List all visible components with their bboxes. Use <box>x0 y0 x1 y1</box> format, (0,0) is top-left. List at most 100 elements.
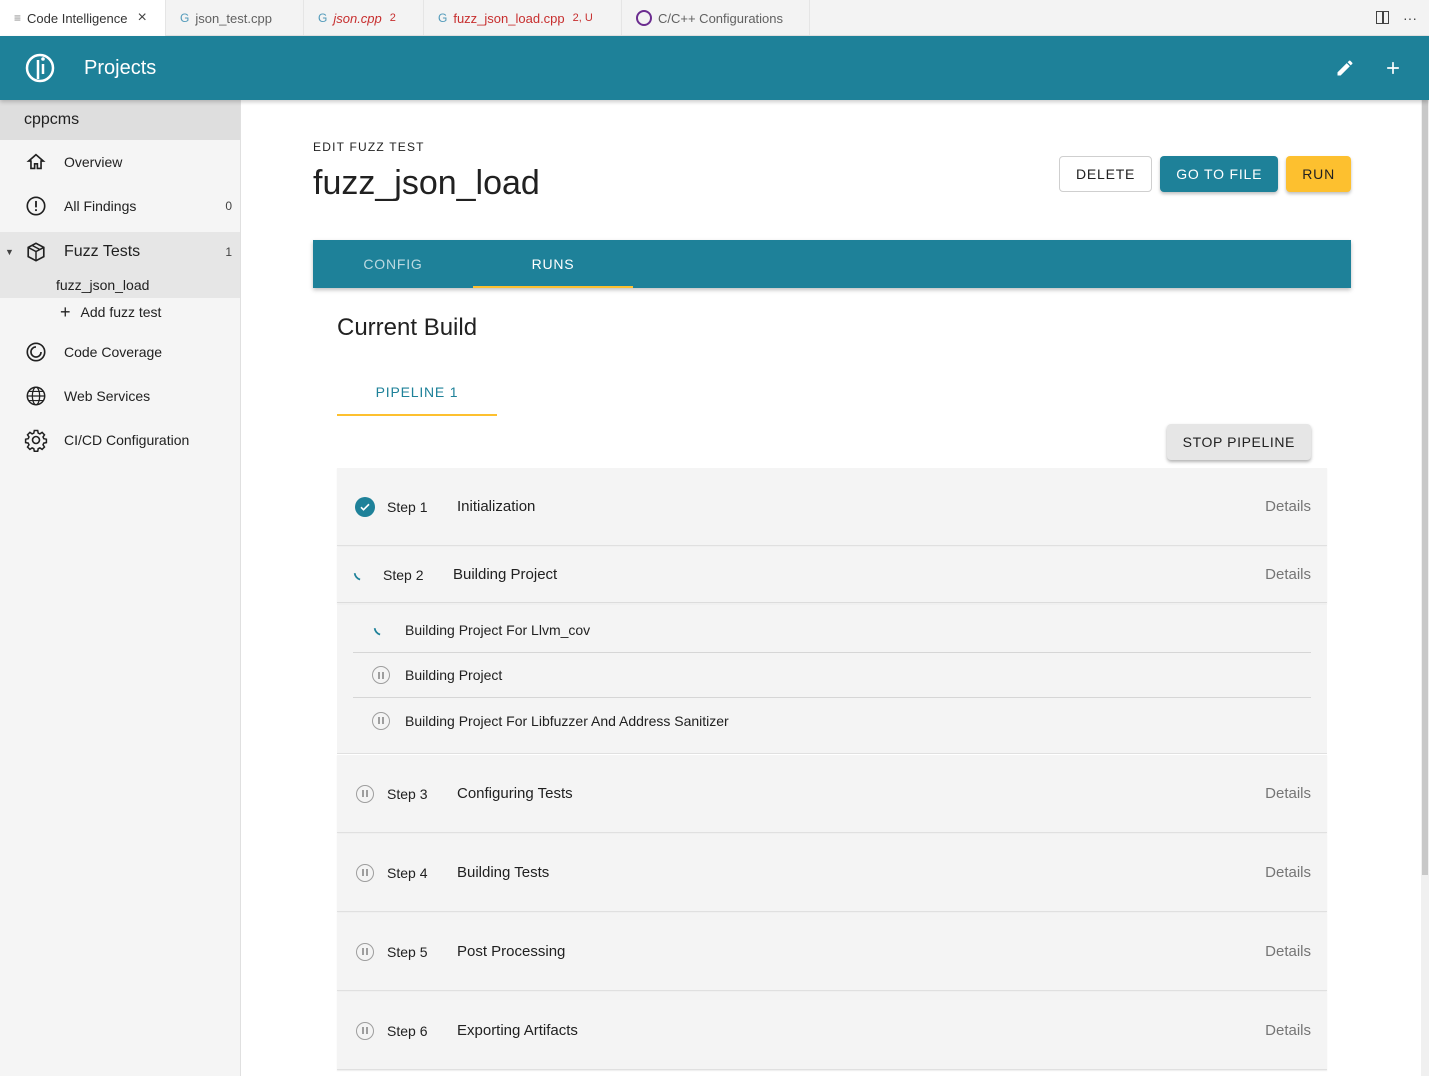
details-link[interactable]: Details <box>1265 1022 1311 1039</box>
add-fuzz-test-label: Add fuzz test <box>80 304 162 320</box>
step-row[interactable]: Step 4 Building Tests Details <box>337 834 1327 912</box>
step-row[interactable]: Step 2 Building Project Details <box>337 547 1327 603</box>
add-fuzz-test-button[interactable]: + Add fuzz test <box>0 298 240 326</box>
editor-tab-strip: ≡ Code Intelligence × G json_test.cpp G … <box>0 0 1429 36</box>
page-title: fuzz_json_load <box>313 164 540 202</box>
main-scrollbar[interactable] <box>1421 100 1429 1076</box>
fuzz-test-tabs: CONFIG RUNS <box>313 240 1351 288</box>
plus-icon <box>1387 62 1399 74</box>
check-circle-icon <box>355 496 375 517</box>
scrollbar-thumb[interactable] <box>1422 100 1428 875</box>
project-name[interactable]: cppcms <box>0 100 240 140</box>
plus-icon: + <box>60 301 71 322</box>
pause-circle-icon <box>355 863 375 883</box>
caret-down-icon[interactable]: ▼ <box>5 247 14 257</box>
step-row[interactable]: Step 3 Configuring Tests Details <box>337 755 1327 833</box>
pause-circle-icon <box>355 1021 375 1041</box>
pause-circle-icon <box>355 942 375 962</box>
details-link[interactable]: Details <box>1265 566 1311 583</box>
problem-count-badge: 2 <box>389 12 396 24</box>
details-link[interactable]: Details <box>1265 943 1311 960</box>
sidebar-item-label: Overview <box>64 154 123 170</box>
coverage-icon <box>24 340 48 364</box>
tab-config[interactable]: CONFIG <box>313 240 473 288</box>
edit-button[interactable] <box>1333 56 1357 80</box>
substep-list: Building Project For Llvm_cov Building P… <box>337 604 1327 754</box>
pause-circle-icon <box>355 784 375 804</box>
step-title: Initialization <box>457 498 536 515</box>
tab-runs[interactable]: RUNS <box>473 240 633 288</box>
sidebar-item-all-findings[interactable]: All Findings 0 <box>0 184 240 228</box>
editor-tab-code-intelligence[interactable]: ≡ Code Intelligence × <box>0 0 166 36</box>
findings-count: 0 <box>225 199 232 213</box>
problem-count-badge: 2, U <box>572 12 593 24</box>
spinner-icon <box>371 620 391 640</box>
step-title: Exporting Artifacts <box>457 1022 578 1039</box>
more-actions-icon[interactable]: ··· <box>1403 10 1417 26</box>
sidebar-item-label: Code Coverage <box>64 344 163 360</box>
step-label: Step 3 <box>387 785 428 802</box>
step-label: Step 1 <box>387 498 428 515</box>
substep-title: Building Project For Llvm_cov <box>405 622 591 638</box>
home-icon <box>24 150 48 174</box>
substep-title: Building Project <box>405 667 503 683</box>
step-label: Step 4 <box>387 864 428 881</box>
step-title: Building Project <box>453 566 558 583</box>
cpp-file-icon: G <box>318 11 328 25</box>
settings-file-icon <box>636 10 652 26</box>
editor-tab-fuzz-json-load[interactable]: G fuzz_json_load.cpp 2, U <box>424 0 622 36</box>
editor-actions: ··· <box>1376 0 1429 35</box>
sidebar-item-web-services[interactable]: Web Services <box>0 374 240 418</box>
substep-row: Building Project For Llvm_cov <box>353 608 1311 653</box>
step-title: Building Tests <box>457 864 550 881</box>
alert-circle-icon <box>24 194 48 218</box>
step-label: Step 2 <box>383 566 424 583</box>
cpp-file-icon: G <box>438 11 448 25</box>
page-overline: EDIT FUZZ TEST <box>313 140 425 154</box>
details-link[interactable]: Details <box>1265 864 1311 881</box>
sidebar-item-label: Web Services <box>64 388 151 404</box>
globe-icon <box>24 384 48 408</box>
sidebar-item-fuzz-json-load[interactable]: fuzz_json_load <box>0 272 240 298</box>
step-row[interactable]: Step 1 Initialization Details <box>337 468 1327 546</box>
add-project-button[interactable] <box>1381 56 1405 80</box>
app-title: Projects <box>84 56 157 79</box>
step-title: Configuring Tests <box>457 785 573 802</box>
editor-tab-cpp-configurations[interactable]: C/C++ Configurations <box>622 0 810 36</box>
substep-title: Building Project For Libfuzzer And Addre… <box>405 712 729 729</box>
run-button[interactable]: RUN <box>1286 156 1351 192</box>
page-actions: DELETE GO TO FILE RUN <box>1058 156 1351 192</box>
tab-pipeline-1[interactable]: PIPELINE 1 <box>337 370 497 416</box>
spinner-icon <box>351 565 371 585</box>
editor-tab-json-cpp[interactable]: G json.cpp 2 <box>304 0 424 36</box>
stop-pipeline-button[interactable]: STOP PIPELINE <box>1166 424 1311 460</box>
pencil-icon <box>1337 60 1353 76</box>
close-icon[interactable]: × <box>137 9 146 27</box>
pause-circle-icon <box>371 665 391 685</box>
app-header: Projects <box>0 36 1429 100</box>
delete-button[interactable]: DELETE <box>1058 156 1153 192</box>
sidebar-item-code-coverage[interactable]: Code Coverage <box>0 330 240 374</box>
go-to-file-button[interactable]: GO TO FILE <box>1160 156 1279 192</box>
editor-tab-label: json_test.cpp <box>195 10 272 26</box>
step-row[interactable]: Step 6 Exporting Artifacts Details <box>337 992 1327 1070</box>
split-editor-icon[interactable] <box>1376 11 1389 24</box>
sidebar-item-overview[interactable]: Overview <box>0 140 240 184</box>
substep-row: Building Project <box>353 653 1311 698</box>
current-build-title: Current Build <box>337 314 478 341</box>
step-label: Step 5 <box>387 943 428 960</box>
sidebar-item-cicd-configuration[interactable]: CI/CD Configuration <box>0 418 240 462</box>
pause-circle-icon <box>371 711 391 731</box>
step-row[interactable]: Step 5 Post Processing Details <box>337 913 1327 991</box>
editor-tab-json-test[interactable]: G json_test.cpp <box>166 0 304 36</box>
editor-tab-label: fuzz_json_load.cpp <box>453 10 565 26</box>
sidebar-item-fuzz-tests[interactable]: ▼ Fuzz Tests 1 <box>0 232 240 272</box>
main-content: EDIT FUZZ TEST fuzz_json_load DELETE GO … <box>241 100 1421 1076</box>
gear-icon <box>24 428 48 452</box>
details-link[interactable]: Details <box>1265 785 1311 802</box>
sidebar-item-label: CI/CD Configuration <box>64 432 190 448</box>
cpp-file-icon: G <box>180 11 190 25</box>
details-link[interactable]: Details <box>1265 498 1311 515</box>
code-intelligence-logo-icon <box>25 53 55 83</box>
step-label: Step 6 <box>387 1022 428 1039</box>
